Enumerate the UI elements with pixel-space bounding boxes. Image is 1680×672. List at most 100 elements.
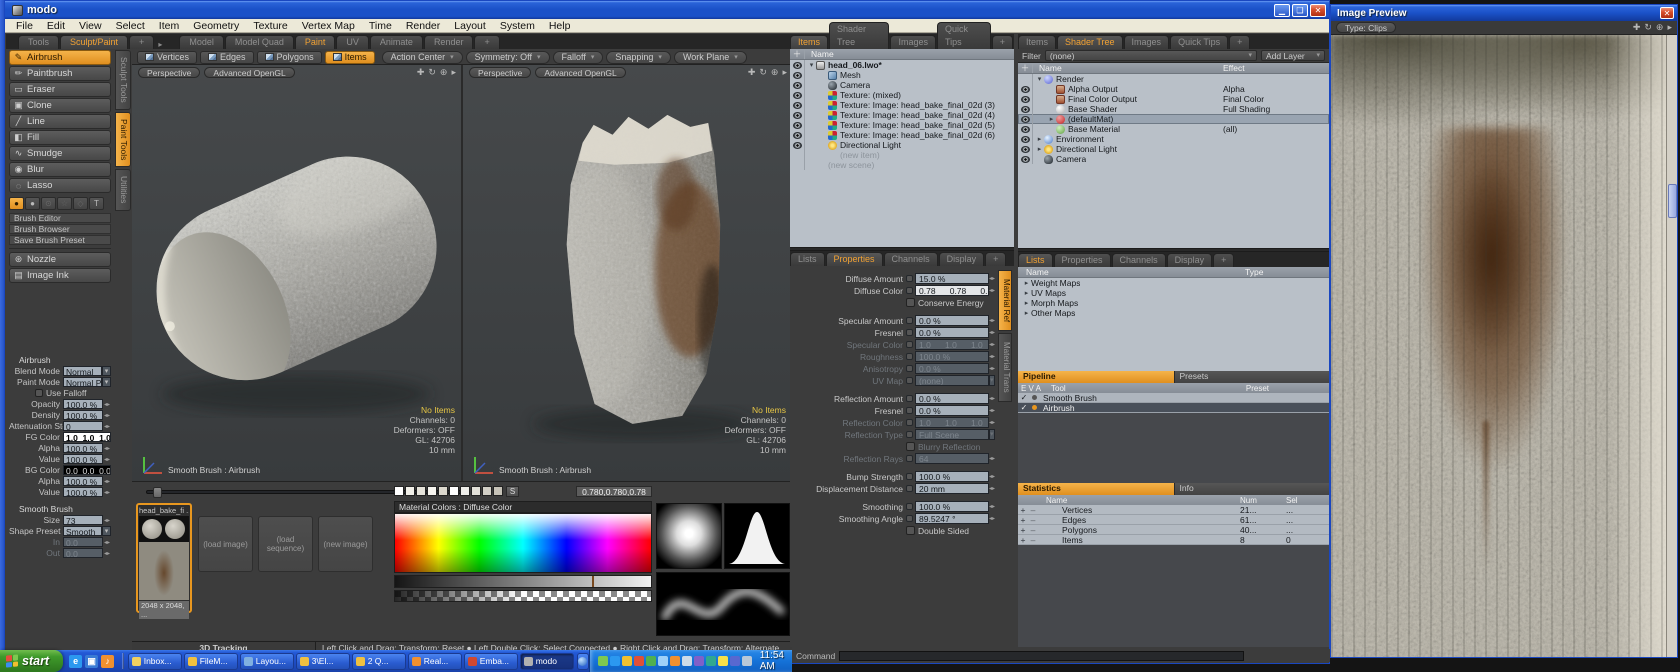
spinner[interactable]: ◂▸ [989, 455, 995, 462]
panel-tab[interactable]: Properties [826, 252, 883, 266]
visibility-eye-icon[interactable] [1021, 106, 1030, 113]
menu-item[interactable]: Vertex Map [295, 20, 362, 32]
panel-tab[interactable]: Display [1167, 253, 1213, 267]
dropdown-arrow-icon[interactable]: ▾ [989, 429, 995, 440]
spinner[interactable]: ◂▸ [989, 287, 995, 294]
expand-arrow-icon[interactable]: ▸ [1022, 279, 1031, 287]
visibility-eye-icon[interactable] [793, 92, 802, 99]
brush-action[interactable]: Save Brush Preset [9, 235, 111, 245]
panel-tab[interactable]: Shader Tree [1057, 35, 1123, 49]
visibility-eye-icon[interactable] [1021, 146, 1030, 153]
tool-button[interactable]: Clone [9, 98, 111, 113]
property-value[interactable]: 89.5247 ° [915, 513, 989, 524]
spinner[interactable]: ◂▸ [103, 539, 111, 546]
pipeline-row[interactable]: ✓ Airbrush [1018, 403, 1329, 413]
viewport-menu-arrow-icon[interactable]: ▸ [1667, 22, 1672, 33]
tray-icon[interactable] [742, 656, 752, 666]
dropdown-arrow-icon[interactable]: ▾ [102, 526, 111, 536]
visibility-eye-icon[interactable] [1021, 116, 1030, 123]
visible-dot-icon[interactable] [1032, 405, 1037, 410]
spinner[interactable]: ◂▸ [989, 473, 995, 480]
name-column-header[interactable]: Name [1026, 267, 1049, 277]
brush-tip-shape-icon[interactable]: ◇ [73, 197, 88, 210]
envelope-toggle[interactable] [906, 287, 913, 294]
color-swatch[interactable] [427, 486, 437, 496]
dropdown-arrow-icon[interactable]: ▾ [102, 377, 111, 387]
rotate-icon[interactable]: ↻ [428, 67, 436, 78]
tool-button[interactable]: Line [9, 114, 111, 129]
property-value[interactable]: (none) [915, 375, 989, 386]
property-value[interactable]: 20 mm [915, 483, 989, 494]
deselect-minus-icon[interactable]: – [1028, 505, 1038, 515]
dropdown-arrow-icon[interactable]: ▾ [102, 366, 111, 376]
viewport-renderer-pill[interactable]: Advanced OpenGL [535, 67, 625, 78]
layout-tab[interactable]: Paint [295, 35, 336, 49]
spinner[interactable]: ◂▸ [989, 317, 995, 324]
preview-scrollbar[interactable] [1666, 35, 1677, 657]
panel-tab[interactable]: Lists [1018, 253, 1053, 267]
taskbar-task-button[interactable]: Inbox... [128, 653, 182, 670]
toolbar-dropdown[interactable]: Action Center [382, 51, 463, 64]
map-list-row[interactable]: ▸ Morph Maps [1018, 298, 1329, 308]
rotate-icon[interactable]: ↻ [759, 67, 767, 78]
deselect-minus-icon[interactable]: – [1028, 535, 1038, 545]
close-button[interactable]: ✕ [1660, 7, 1674, 19]
select-plus-icon[interactable]: + [1018, 515, 1028, 525]
spinner[interactable]: ◂▸ [103, 550, 111, 557]
tool-button[interactable]: Smudge [9, 146, 111, 161]
load-image-tile[interactable]: (load image) [198, 516, 253, 572]
select-plus-icon[interactable]: + [1018, 535, 1028, 545]
property-value[interactable]: 100.0 % [915, 471, 989, 482]
envelope-toggle[interactable] [906, 329, 913, 336]
brush-tip-star-icon[interactable]: ☆ [57, 197, 72, 210]
item-row[interactable]: Texture: Image: head_bake_final_02d (6) [790, 130, 1014, 140]
property-value[interactable]: Normal [63, 366, 102, 376]
property-value[interactable]: 100.0 % [63, 476, 103, 486]
sidebar-vertical-tab[interactable]: Utilities [115, 169, 131, 210]
spinner[interactable]: ◂▸ [989, 341, 995, 348]
item-row[interactable]: Camera [790, 80, 1014, 90]
visibility-eye-icon[interactable] [1021, 96, 1030, 103]
property-value[interactable]: 100.0 % [63, 487, 103, 497]
property-value[interactable]: 0.0 % [915, 363, 989, 374]
spinner[interactable]: ◂▸ [989, 503, 995, 510]
preview-type-dropdown[interactable]: Type: Clips [1336, 22, 1396, 33]
expand-arrow-icon[interactable]: ▸ [1022, 309, 1031, 317]
enable-check-icon[interactable]: ✓ [1018, 393, 1030, 402]
taskbar-task-button[interactable]: 2 Q... [352, 653, 406, 670]
item-row[interactable]: Texture: (mixed) [790, 90, 1014, 100]
visibility-eye-icon[interactable] [793, 102, 802, 109]
item-row[interactable]: Texture: Image: head_bake_final_02d (4) [790, 110, 1014, 120]
property-value[interactable]: 0.0 % [915, 315, 989, 326]
minimize-button[interactable]: ▁ [1274, 4, 1290, 17]
tool-button[interactable]: Nozzle [9, 252, 111, 267]
toolbar-dropdown[interactable]: Work Plane [674, 51, 747, 64]
toolbar-dropdown[interactable]: Snapping [606, 51, 671, 64]
shader-row[interactable]: Base Material (all) [1018, 124, 1329, 134]
expand-arrow-icon[interactable]: ▸ [1035, 145, 1044, 153]
spinner[interactable]: ◂▸ [103, 489, 111, 496]
envelope-toggle[interactable] [906, 341, 913, 348]
property-value[interactable]: 15.0 % [915, 273, 989, 284]
viewport-renderer-pill[interactable]: Advanced OpenGL [204, 67, 294, 78]
menu-item[interactable]: Item [152, 20, 186, 32]
spinner[interactable]: ◂▸ [103, 401, 111, 408]
layer-effect[interactable]: (all) [1223, 124, 1237, 134]
tool-button[interactable]: Eraser [9, 82, 111, 97]
pipeline-title[interactable]: Pipeline [1018, 371, 1174, 383]
value-gradient-slider[interactable] [394, 575, 652, 588]
property-value[interactable]: 0.0 % [915, 393, 989, 404]
dropdown-arrow-icon[interactable]: ▾ [989, 375, 995, 386]
envelope-toggle[interactable] [906, 473, 913, 480]
visibility-eye-icon[interactable] [793, 72, 802, 79]
menu-item[interactable]: System [493, 20, 542, 32]
visibility-eye-icon[interactable] [793, 62, 802, 69]
property-value[interactable]: 0.0 % [915, 405, 989, 416]
envelope-toggle[interactable] [906, 407, 913, 414]
panel-tab[interactable]: Images [1124, 35, 1170, 49]
rotate-icon[interactable]: ↻ [1644, 22, 1652, 33]
filter-dropdown[interactable]: (none) [1045, 50, 1257, 61]
taskbar-task-button[interactable]: 3\El... [296, 653, 350, 670]
color-swatch[interactable] [438, 486, 448, 496]
viewport-menu-arrow-icon[interactable]: ▸ [451, 67, 456, 78]
